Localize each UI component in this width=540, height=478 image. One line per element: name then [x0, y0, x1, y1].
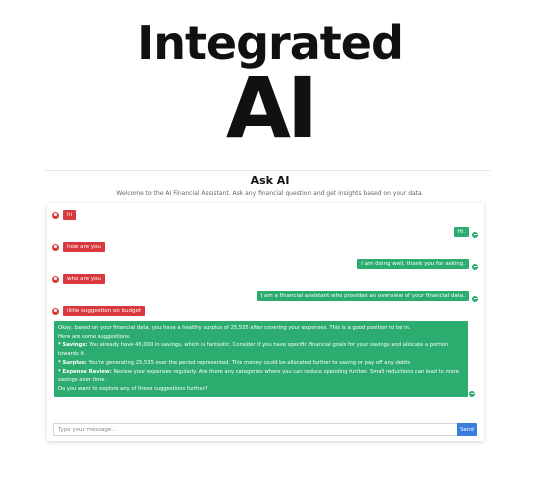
- user-message: hi: [52, 210, 77, 220]
- reply-outro: Do you want to explore any of these sugg…: [58, 385, 208, 392]
- panel-title: Ask AI: [250, 174, 290, 187]
- chat-bot-icon: [469, 390, 475, 397]
- ai-message-text: I am doing well, thank you for asking.: [357, 259, 469, 269]
- reply-intro: Okay, based on your financial data, you …: [58, 325, 411, 331]
- send-button[interactable]: Send: [457, 423, 477, 436]
- chat-window: hi Hi. how are you I am doing well, than…: [47, 203, 484, 441]
- user-message: who are you: [52, 274, 105, 284]
- section-divider: [45, 170, 490, 171]
- user-message-text: hi: [63, 210, 77, 220]
- chat-bot-icon: [472, 296, 478, 302]
- ai-message: I am doing well, thank you for asking.: [357, 258, 478, 270]
- panel-subtitle: Welcome to the AI Financial Assistant. A…: [116, 190, 424, 197]
- suggestion-text: Review your expenses regularly. Are ther…: [58, 368, 459, 384]
- ai-message-long: Okay, based on your financial data, you …: [54, 321, 475, 397]
- reply-suggestion-savings: * Savings: You already have 45,000 in sa…: [58, 341, 464, 358]
- reply-lead: Here are some suggestions:: [58, 333, 131, 340]
- message-input[interactable]: [53, 423, 457, 436]
- suggestion-label: * Surplus:: [58, 359, 87, 366]
- user-message: how are you: [52, 242, 105, 252]
- suggestion-text: You already have 45,000 in savings, whic…: [58, 342, 449, 358]
- user-avatar-icon: [52, 243, 59, 251]
- user-avatar-icon: [52, 275, 59, 283]
- chat-bot-icon: [472, 264, 478, 270]
- message-composer: Send: [53, 423, 477, 436]
- user-message-text: little suggestion on budget: [63, 306, 145, 316]
- suggestion-text: You're generating 25,535 over the period…: [86, 359, 410, 366]
- suggestion-label: * Savings:: [58, 342, 88, 349]
- ai-message-text: Okay, based on your financial data, you …: [54, 321, 468, 397]
- ai-message-text: I am a financial assistant who provides …: [256, 291, 469, 301]
- user-message-text: who are you: [63, 274, 105, 284]
- user-avatar-icon: [52, 211, 59, 219]
- ai-message-text: Hi.: [453, 227, 469, 237]
- user-message: little suggestion on budget: [52, 306, 145, 316]
- reply-suggestion-surplus: * Surplus: You're generating 25,535 over…: [58, 359, 464, 368]
- ai-message: Hi.: [453, 226, 478, 238]
- user-avatar-icon: [52, 307, 59, 315]
- chat-bot-icon: [472, 232, 478, 238]
- user-message-text: how are you: [63, 242, 105, 252]
- hero-title-line2: AI: [225, 59, 318, 157]
- suggestion-label: * Expense Review:: [58, 368, 112, 375]
- reply-suggestion-expense-review: * Expense Review: Review your expenses r…: [58, 368, 464, 385]
- ai-message: I am a financial assistant who provides …: [256, 290, 478, 302]
